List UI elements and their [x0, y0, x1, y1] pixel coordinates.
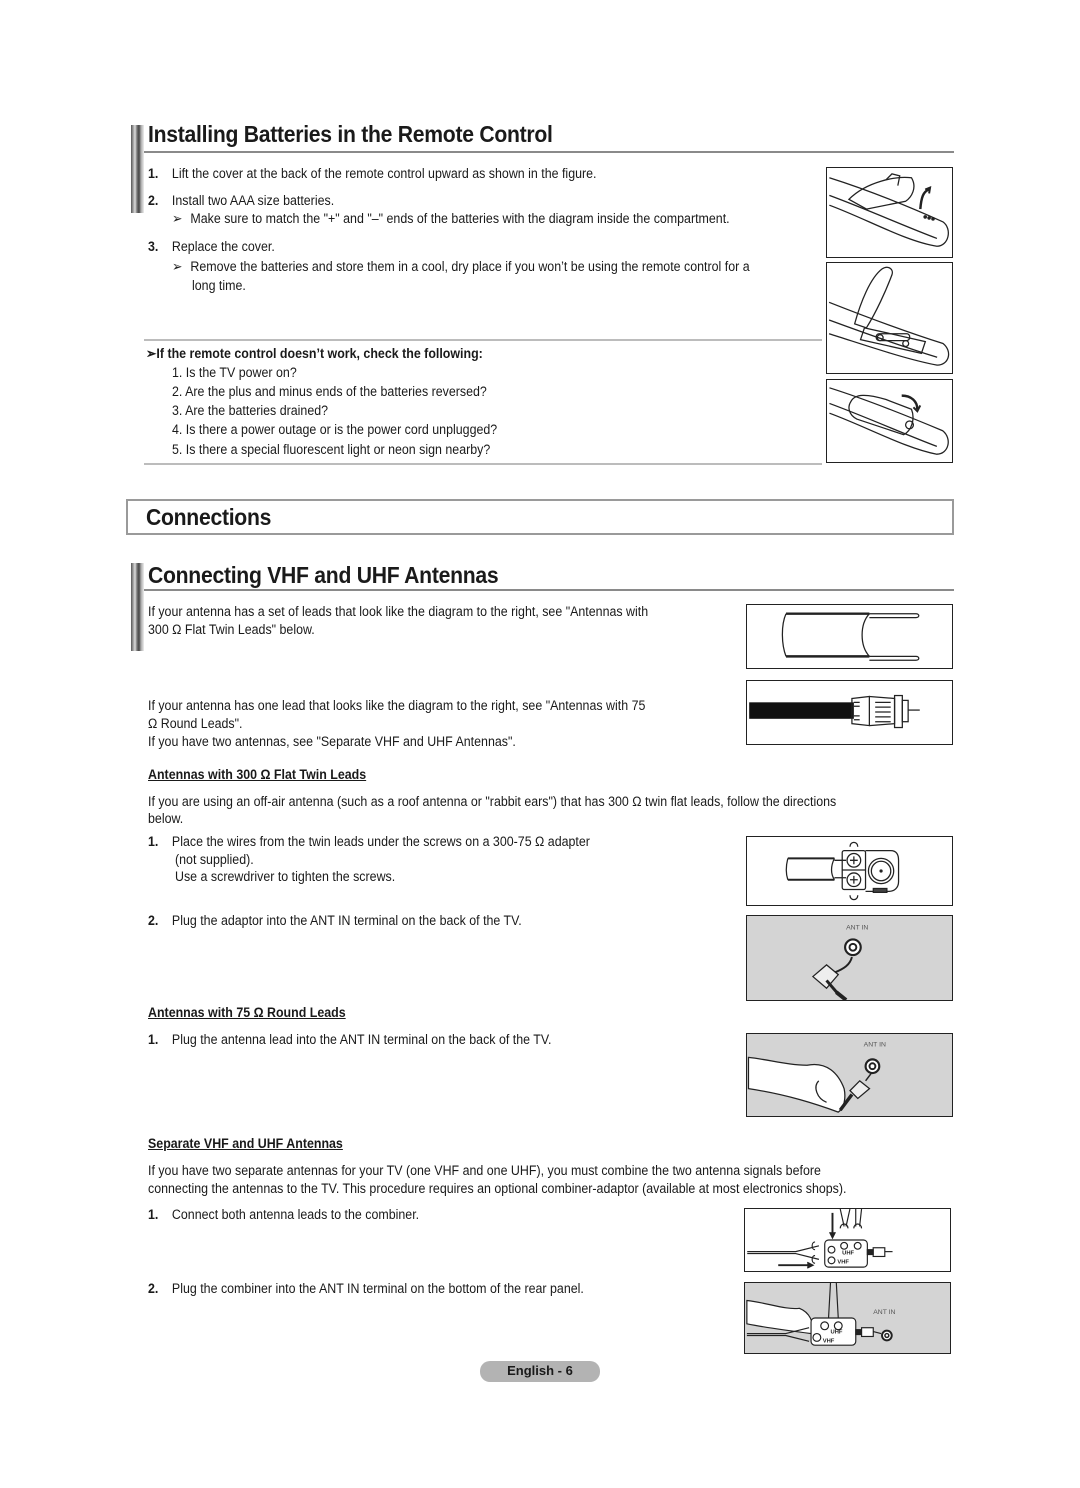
- battery-step-1: 1. Lift the cover at the back of the remo…: [148, 164, 597, 183]
- step-text: Connect both antenna leads to the combin…: [171, 1207, 420, 1222]
- note-arrow-icon: ➢: [172, 211, 183, 226]
- separate-step-1: 1. Connect both antenna leads to the comb…: [148, 1205, 419, 1224]
- step-number: 3.: [148, 239, 159, 254]
- step-number: 1.: [148, 834, 159, 849]
- flat-twin-step-2: 2. Plug the adaptor into the ANT IN termi…: [148, 911, 522, 930]
- ant-in-label: ANT IN: [864, 1042, 886, 1049]
- section-marker-bar: [128, 125, 144, 213]
- figure-remote-close-cover: [826, 379, 953, 463]
- separate-desc-cont: connecting the antennas to the TV. This …: [148, 1181, 847, 1196]
- battery-step-3-note-cont: long time.: [192, 278, 246, 293]
- round-step-1: 1. Plug the antenna lead into the ANT IN …: [148, 1030, 551, 1049]
- vhf-label: VHF: [837, 1259, 849, 1265]
- section-title-antennas: Connecting VHF and UHF Antennas: [148, 562, 499, 588]
- flat-twin-desc: If you are using an off-air antenna (suc…: [148, 794, 837, 809]
- figure-ant-in-adapter: ANT IN: [746, 915, 953, 1001]
- step-number: 2.: [148, 1281, 159, 1296]
- troubleshoot-heading: ➢If the remote control doesn’t work, che…: [146, 344, 483, 363]
- subheading-separate: Separate VHF and UHF Antennas: [148, 1136, 343, 1151]
- antenna-intro-1-cont: 300 Ω Flat Twin Leads" below.: [148, 622, 315, 637]
- antenna-intro-1: If your antenna has a set of leads that …: [148, 604, 649, 619]
- step-text: Plug the antenna lead into the ANT IN te…: [171, 1032, 552, 1047]
- figure-remote-open-cover: [826, 167, 953, 258]
- ant-in-label: ANT IN: [873, 1309, 895, 1316]
- section-title-connections: Connections: [146, 504, 272, 530]
- figure-hand-ant-in: ANT IN: [746, 1033, 953, 1117]
- step-text: Replace the cover.: [171, 239, 275, 254]
- step-number: 2.: [148, 913, 159, 928]
- step-number: 1.: [148, 1032, 159, 1047]
- troubleshoot-item: 4. Is there a power outage or is the pow…: [172, 422, 498, 437]
- battery-step-3: 3. Replace the cover.: [148, 237, 275, 256]
- step-number: 2.: [148, 193, 159, 208]
- divider: [144, 339, 822, 341]
- antenna-intro-2-cont: Ω Round Leads".: [148, 716, 243, 731]
- page-number-badge: English - 6: [480, 1361, 600, 1382]
- step-number: 1.: [148, 1207, 159, 1222]
- step-text: Place the wires from the twin leads unde…: [171, 834, 590, 849]
- vhf-label: VHF: [823, 1338, 835, 1344]
- divider: [144, 463, 822, 465]
- step-text: Install two AAA size batteries.: [171, 193, 335, 208]
- step-text: Plug the adaptor into the ANT IN termina…: [171, 913, 522, 928]
- separate-step-2: 2. Plug the combiner into the ANT IN term…: [148, 1279, 584, 1298]
- step-text: Plug the combiner into the ANT IN termin…: [171, 1281, 584, 1296]
- uhf-label: UHF: [842, 1251, 854, 1257]
- battery-step-3-note: ➢ Remove the batteries and store them in …: [172, 257, 750, 276]
- figure-adapter-screws: [746, 836, 953, 906]
- title-underline: [144, 151, 954, 153]
- figure-remote-batteries: [826, 262, 953, 374]
- flat-twin-step-1: 1. Place the wires from the twin leads un…: [148, 832, 590, 851]
- uhf-label: UHF: [830, 1330, 842, 1336]
- figure-round-lead: [746, 680, 953, 745]
- subheading-flat-twin: Antennas with 300 Ω Flat Twin Leads: [148, 767, 367, 782]
- note-text: Remove the batteries and store them in a…: [190, 259, 750, 274]
- ant-in-label: ANT IN: [846, 925, 868, 932]
- antenna-intro-2: If your antenna has one lead that looks …: [148, 698, 646, 713]
- subheading-round: Antennas with 75 Ω Round Leads: [148, 1005, 346, 1020]
- antenna-intro-3: If you have two antennas, see "Separate …: [148, 734, 516, 749]
- troubleshoot-item: 2. Are the plus and minus ends of the ba…: [172, 384, 487, 399]
- note-arrow-icon: ➢: [172, 259, 183, 274]
- figure-combiner: UHF VHF: [744, 1208, 951, 1272]
- figure-flat-twin-lead: [746, 604, 953, 669]
- title-underline: [144, 589, 954, 591]
- note-arrow-icon: ➢: [146, 346, 157, 361]
- flat-twin-step-1-cont: Use a screwdriver to tighten the screws.: [175, 869, 396, 884]
- separate-desc: If you have two separate antennas for yo…: [148, 1163, 821, 1178]
- step-text: Lift the cover at the back of the remote…: [171, 166, 597, 181]
- battery-step-2-note: ➢ Make sure to match the "+" and "–" ends…: [172, 209, 730, 228]
- section-marker-bar: [128, 563, 144, 651]
- troubleshoot-item: 3. Are the batteries drained?: [172, 403, 329, 418]
- flat-twin-desc-cont: below.: [148, 811, 184, 826]
- troubleshoot-item: 1. Is the TV power on?: [172, 365, 297, 380]
- figure-combiner-ant-in: ANT IN UHF VHF: [744, 1282, 951, 1354]
- section-title-batteries: Installing Batteries in the Remote Contr…: [148, 121, 553, 147]
- note-text: Make sure to match the "+" and "–" ends …: [190, 211, 730, 226]
- battery-step-2: 2. Install two AAA size batteries.: [148, 191, 334, 210]
- troubleshoot-item: 5. Is there a special fluorescent light …: [172, 442, 491, 457]
- troubleshoot-heading-text: If the remote control doesn’t work, chec…: [156, 346, 483, 361]
- step-number: 1.: [148, 166, 159, 181]
